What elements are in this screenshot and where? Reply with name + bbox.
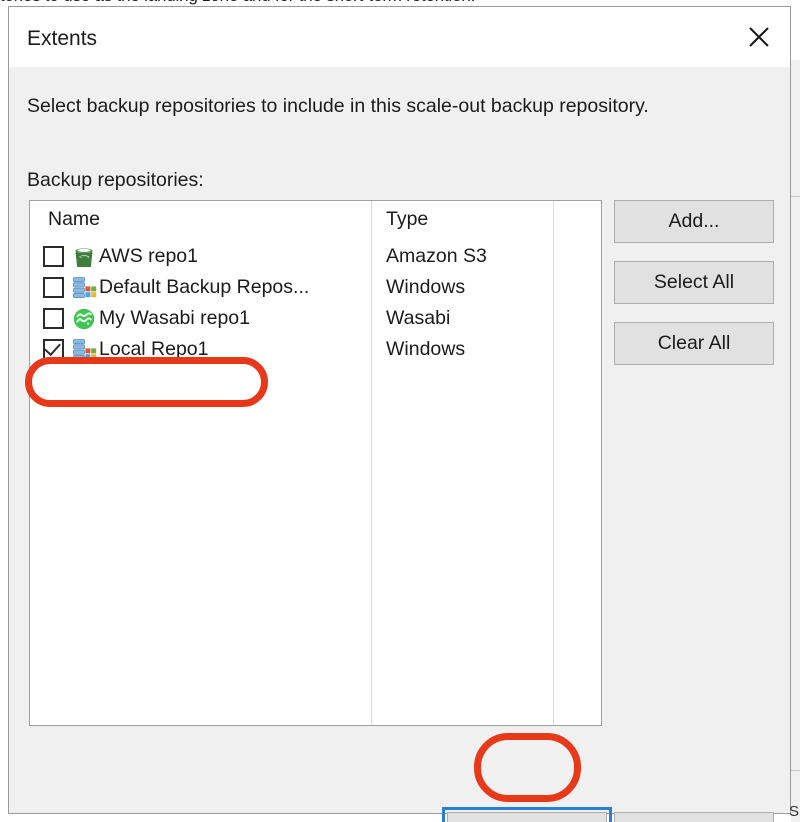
extents-dialog: Extents Select backup repositories to in… <box>8 6 791 822</box>
amazon-s3-bucket-icon <box>71 244 97 270</box>
row-name-cell: Local Repo1 <box>43 334 209 365</box>
windows-repository-icon <box>71 275 97 301</box>
row-checkbox[interactable] <box>43 308 64 329</box>
dialog-titlebar: Extents <box>9 7 790 67</box>
cancel-button[interactable]: Cancel <box>614 812 774 822</box>
repositories-listbox[interactable]: Name Type AWS repo1 Amazon S3 Default Ba… <box>29 200 602 726</box>
row-name-label: Local Repo1 <box>99 338 209 360</box>
row-name-label: Default Backup Repos... <box>99 276 310 298</box>
underlying-window-tick <box>791 196 800 197</box>
table-row[interactable]: My Wasabi repo1 Wasabi <box>30 303 601 334</box>
ok-button[interactable]: OK <box>447 812 607 822</box>
row-type-cell: Windows <box>386 276 466 298</box>
underlying-window-char: S <box>788 803 799 820</box>
column-header-name[interactable]: Name <box>48 208 100 231</box>
row-checkbox[interactable] <box>43 339 64 360</box>
row-name-label: My Wasabi repo1 <box>99 307 251 329</box>
row-name-cell: AWS repo1 <box>43 241 198 272</box>
close-button[interactable] <box>728 7 790 67</box>
dialog-title: Extents <box>27 27 98 50</box>
column-header-type[interactable]: Type <box>386 208 428 231</box>
row-type-cell: Wasabi <box>386 307 451 329</box>
table-row[interactable]: AWS repo1 Amazon S3 <box>30 241 601 272</box>
underlying-window-tick <box>791 770 800 771</box>
row-name-cell: Default Backup Repos... <box>43 272 309 303</box>
wasabi-icon <box>71 306 97 332</box>
row-type-cell: Amazon S3 <box>386 245 487 267</box>
row-name-label: AWS repo1 <box>99 245 198 267</box>
add-button[interactable]: Add... <box>614 200 774 243</box>
select-all-button[interactable]: Select All <box>614 261 774 304</box>
table-row[interactable]: Default Backup Repos... Windows <box>30 272 601 303</box>
listbox-rows: AWS repo1 Amazon S3 Default Backup Repos… <box>30 241 601 365</box>
row-type-cell: Windows <box>386 338 466 360</box>
row-name-cell: My Wasabi repo1 <box>43 303 250 334</box>
row-checkbox[interactable] <box>43 246 64 267</box>
row-checkbox[interactable] <box>43 277 64 298</box>
close-icon <box>746 24 772 50</box>
underlying-window-edge <box>791 60 800 822</box>
dialog-instruction-text: Select backup repositories to include in… <box>27 95 649 117</box>
windows-repository-icon <box>71 337 97 363</box>
table-row[interactable]: Local Repo1 Windows <box>30 334 601 365</box>
backup-repositories-label: Backup repositories: <box>27 169 204 191</box>
listbox-header-row: Name Type <box>30 201 601 239</box>
clear-all-button[interactable]: Clear All <box>614 322 774 365</box>
screen: tories to use as the landing zone and fo… <box>0 0 800 822</box>
dialog-body: Select backup repositories to include in… <box>9 67 790 822</box>
